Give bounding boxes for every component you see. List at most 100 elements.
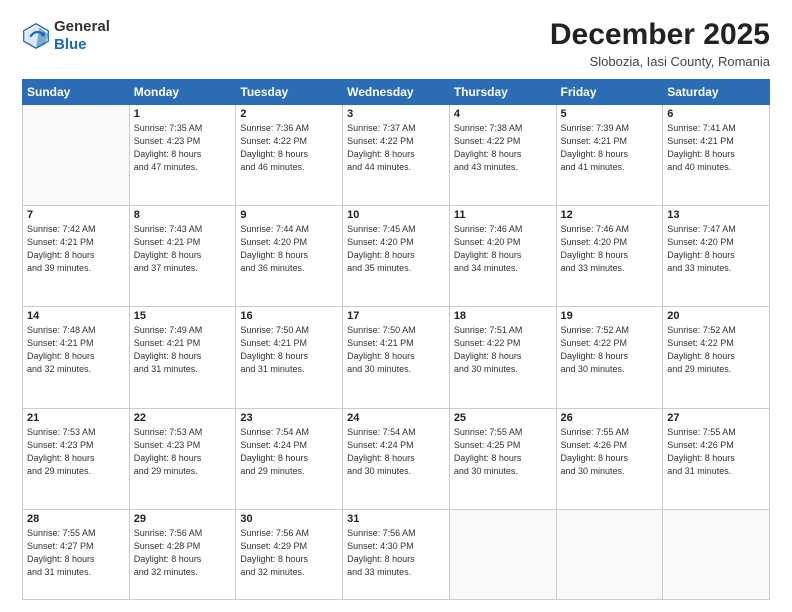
day-info: Sunrise: 7:38 AM Sunset: 4:22 PM Dayligh… — [454, 122, 552, 174]
day-number: 28 — [27, 513, 125, 525]
page: General Blue December 2025 Slobozia, Ias… — [0, 0, 792, 612]
day-info: Sunrise: 7:54 AM Sunset: 4:24 PM Dayligh… — [240, 426, 338, 478]
calendar-cell: 3 Sunrise: 7:37 AM Sunset: 4:22 PM Daylig… — [343, 105, 450, 206]
day-info: Sunrise: 7:41 AM Sunset: 4:21 PM Dayligh… — [667, 122, 765, 174]
calendar-header-saturday: Saturday — [663, 80, 770, 105]
day-number: 25 — [454, 412, 552, 424]
day-number: 10 — [347, 209, 445, 221]
day-info: Sunrise: 7:45 AM Sunset: 4:20 PM Dayligh… — [347, 223, 445, 275]
day-info: Sunrise: 7:56 AM Sunset: 4:30 PM Dayligh… — [347, 527, 445, 579]
logo-icon — [22, 22, 50, 50]
day-number: 6 — [667, 108, 765, 120]
day-number: 30 — [240, 513, 338, 525]
calendar-table: SundayMondayTuesdayWednesdayThursdayFrid… — [22, 79, 770, 600]
calendar-header-sunday: Sunday — [23, 80, 130, 105]
day-info: Sunrise: 7:56 AM Sunset: 4:29 PM Dayligh… — [240, 527, 338, 579]
calendar-cell: 14 Sunrise: 7:48 AM Sunset: 4:21 PM Dayli… — [23, 307, 130, 408]
calendar-cell — [23, 105, 130, 206]
day-number: 5 — [561, 108, 659, 120]
day-info: Sunrise: 7:56 AM Sunset: 4:28 PM Dayligh… — [134, 527, 232, 579]
calendar-header-tuesday: Tuesday — [236, 80, 343, 105]
day-number: 21 — [27, 412, 125, 424]
day-info: Sunrise: 7:47 AM Sunset: 4:20 PM Dayligh… — [667, 223, 765, 275]
calendar-week-0: 1 Sunrise: 7:35 AM Sunset: 4:23 PM Daylig… — [23, 105, 770, 206]
day-info: Sunrise: 7:35 AM Sunset: 4:23 PM Dayligh… — [134, 122, 232, 174]
calendar-cell: 10 Sunrise: 7:45 AM Sunset: 4:20 PM Dayli… — [343, 206, 450, 307]
day-info: Sunrise: 7:46 AM Sunset: 4:20 PM Dayligh… — [561, 223, 659, 275]
day-number: 22 — [134, 412, 232, 424]
day-info: Sunrise: 7:50 AM Sunset: 4:21 PM Dayligh… — [347, 324, 445, 376]
calendar-week-3: 21Sunrise: 7:53 AM Sunset: 4:23 PM Dayli… — [23, 408, 770, 509]
calendar-cell: 17 Sunrise: 7:50 AM Sunset: 4:21 PM Dayli… — [343, 307, 450, 408]
location: Slobozia, Iasi County, Romania — [550, 54, 770, 69]
day-number: 16 — [240, 310, 338, 322]
day-info: Sunrise: 7:37 AM Sunset: 4:22 PM Dayligh… — [347, 122, 445, 174]
day-number: 17 — [347, 310, 445, 322]
day-number: 2 — [240, 108, 338, 120]
day-number: 20 — [667, 310, 765, 322]
day-info: Sunrise: 7:46 AM Sunset: 4:20 PM Dayligh… — [454, 223, 552, 275]
day-info: Sunrise: 7:55 AM Sunset: 4:26 PM Dayligh… — [561, 426, 659, 478]
day-number: 3 — [347, 108, 445, 120]
day-number: 27 — [667, 412, 765, 424]
day-info: Sunrise: 7:54 AM Sunset: 4:24 PM Dayligh… — [347, 426, 445, 478]
day-number: 24 — [347, 412, 445, 424]
calendar-cell: 28 Sunrise: 7:55 AM Sunset: 4:27 PM Dayli… — [23, 509, 130, 599]
title-block: December 2025 Slobozia, Iasi County, Rom… — [550, 18, 770, 69]
calendar-cell: 5 Sunrise: 7:39 AM Sunset: 4:21 PM Daylig… — [556, 105, 663, 206]
calendar-cell: 2Sunrise: 7:36 AM Sunset: 4:22 PM Daylig… — [236, 105, 343, 206]
calendar-cell — [663, 509, 770, 599]
day-info: Sunrise: 7:52 AM Sunset: 4:22 PM Dayligh… — [667, 324, 765, 376]
day-number: 18 — [454, 310, 552, 322]
calendar-cell — [556, 509, 663, 599]
calendar-cell: 1 Sunrise: 7:35 AM Sunset: 4:23 PM Daylig… — [129, 105, 236, 206]
calendar-cell: 18 Sunrise: 7:51 AM Sunset: 4:22 PM Dayli… — [449, 307, 556, 408]
calendar-cell: 19Sunrise: 7:52 AM Sunset: 4:22 PM Dayli… — [556, 307, 663, 408]
calendar-week-2: 14 Sunrise: 7:48 AM Sunset: 4:21 PM Dayli… — [23, 307, 770, 408]
day-number: 14 — [27, 310, 125, 322]
day-info: Sunrise: 7:48 AM Sunset: 4:21 PM Dayligh… — [27, 324, 125, 376]
day-number: 11 — [454, 209, 552, 221]
day-info: Sunrise: 7:55 AM Sunset: 4:26 PM Dayligh… — [667, 426, 765, 478]
calendar-cell: 6 Sunrise: 7:41 AM Sunset: 4:21 PM Daylig… — [663, 105, 770, 206]
logo-general: General — [54, 18, 110, 35]
calendar-cell: 7Sunrise: 7:42 AM Sunset: 4:21 PM Daylig… — [23, 206, 130, 307]
day-number: 29 — [134, 513, 232, 525]
day-number: 23 — [240, 412, 338, 424]
calendar-cell: 27 Sunrise: 7:55 AM Sunset: 4:26 PM Dayli… — [663, 408, 770, 509]
logo-text: General Blue — [54, 18, 110, 54]
day-number: 12 — [561, 209, 659, 221]
day-info: Sunrise: 7:55 AM Sunset: 4:27 PM Dayligh… — [27, 527, 125, 579]
calendar-header-wednesday: Wednesday — [343, 80, 450, 105]
calendar-cell: 13 Sunrise: 7:47 AM Sunset: 4:20 PM Dayli… — [663, 206, 770, 307]
day-number: 15 — [134, 310, 232, 322]
day-number: 26 — [561, 412, 659, 424]
day-number: 9 — [240, 209, 338, 221]
calendar-cell: 4 Sunrise: 7:38 AM Sunset: 4:22 PM Daylig… — [449, 105, 556, 206]
calendar-cell: 15 Sunrise: 7:49 AM Sunset: 4:21 PM Dayli… — [129, 307, 236, 408]
day-info: Sunrise: 7:52 AM Sunset: 4:22 PM Dayligh… — [561, 324, 659, 376]
day-number: 4 — [454, 108, 552, 120]
calendar-cell: 21Sunrise: 7:53 AM Sunset: 4:23 PM Dayli… — [23, 408, 130, 509]
month-year: December 2025 — [550, 18, 770, 52]
calendar-header-monday: Monday — [129, 80, 236, 105]
calendar-cell: 8Sunrise: 7:43 AM Sunset: 4:21 PM Daylig… — [129, 206, 236, 307]
day-number: 13 — [667, 209, 765, 221]
day-number: 8 — [134, 209, 232, 221]
calendar-header-row: SundayMondayTuesdayWednesdayThursdayFrid… — [23, 80, 770, 105]
day-info: Sunrise: 7:39 AM Sunset: 4:21 PM Dayligh… — [561, 122, 659, 174]
day-info: Sunrise: 7:49 AM Sunset: 4:21 PM Dayligh… — [134, 324, 232, 376]
header: General Blue December 2025 Slobozia, Ias… — [22, 18, 770, 69]
day-info: Sunrise: 7:51 AM Sunset: 4:22 PM Dayligh… — [454, 324, 552, 376]
calendar-cell: 23 Sunrise: 7:54 AM Sunset: 4:24 PM Dayli… — [236, 408, 343, 509]
logo: General Blue — [22, 18, 110, 54]
day-info: Sunrise: 7:42 AM Sunset: 4:21 PM Dayligh… — [27, 223, 125, 275]
calendar-header-thursday: Thursday — [449, 80, 556, 105]
calendar-cell: 16Sunrise: 7:50 AM Sunset: 4:21 PM Dayli… — [236, 307, 343, 408]
calendar-cell: 9Sunrise: 7:44 AM Sunset: 4:20 PM Daylig… — [236, 206, 343, 307]
calendar-cell: 12 Sunrise: 7:46 AM Sunset: 4:20 PM Dayli… — [556, 206, 663, 307]
calendar-week-1: 7Sunrise: 7:42 AM Sunset: 4:21 PM Daylig… — [23, 206, 770, 307]
calendar-cell: 29 Sunrise: 7:56 AM Sunset: 4:28 PM Dayli… — [129, 509, 236, 599]
calendar-cell: 31Sunrise: 7:56 AM Sunset: 4:30 PM Dayli… — [343, 509, 450, 599]
day-number: 1 — [134, 108, 232, 120]
